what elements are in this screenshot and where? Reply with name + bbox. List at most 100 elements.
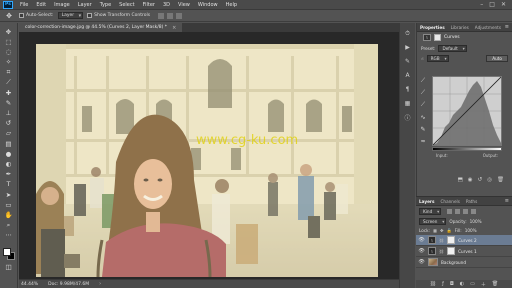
swatches-panel-icon[interactable]: ▦ — [403, 99, 412, 108]
lock-position-icon[interactable]: ✥ — [440, 228, 444, 233]
menu-type[interactable]: Type — [96, 2, 115, 8]
align-middle-icon[interactable] — [167, 12, 174, 19]
layer-row-curves-2[interactable]: 👁 ⌇ ⛓ Curves 2 — [416, 235, 512, 246]
hand-icon[interactable]: ✋ — [3, 210, 15, 219]
layer-mask-thumbnail[interactable] — [447, 247, 456, 255]
layer-kind-filter[interactable]: Kind — [419, 207, 442, 215]
layer-row-background[interactable]: 👁 Background — [416, 257, 512, 268]
show-transform-option[interactable]: Show Transform Controls — [87, 13, 150, 18]
photo-canvas[interactable]: www.cg-ku.com — [36, 44, 378, 277]
white-point-eyedropper-icon[interactable]: ⟋ — [419, 101, 427, 109]
clone-stamp-icon[interactable]: ⊥ — [3, 109, 15, 118]
show-transform-checkbox[interactable] — [87, 13, 93, 18]
hand-target-icon[interactable]: ☝ — [421, 56, 424, 61]
minimize-button[interactable]: – — [480, 1, 483, 8]
gray-point-eyedropper-icon[interactable]: ⟋ — [419, 89, 427, 97]
close-tab-icon[interactable]: × — [172, 25, 176, 31]
auto-select-dropdown[interactable]: Layer — [57, 12, 84, 19]
reset-icon[interactable]: ↺ — [478, 177, 483, 183]
curves-adjustment-icon[interactable]: ⌇ — [423, 34, 431, 41]
character-panel-icon[interactable]: A — [403, 71, 412, 80]
smooth-icon[interactable]: ≈ — [419, 137, 427, 145]
zoom-icon[interactable]: ⌕ — [3, 221, 15, 230]
tab-properties[interactable]: Properties — [420, 25, 445, 30]
fill-value[interactable]: 100% — [465, 228, 477, 233]
menu-select[interactable]: Select — [115, 2, 138, 8]
clip-to-layer-icon[interactable]: ⬒ — [458, 177, 463, 183]
auto-select-checkbox[interactable] — [19, 13, 24, 18]
brush-panel-icon[interactable]: ✎ — [403, 57, 412, 66]
move-tool-icon[interactable]: ✥ — [3, 11, 15, 20]
new-group-icon[interactable]: ▭ — [470, 281, 475, 287]
link-layers-icon[interactable]: ⛓ — [430, 281, 436, 287]
paragraph-panel-icon[interactable]: ¶ — [403, 85, 412, 94]
menu-file[interactable]: File — [16, 2, 32, 8]
new-layer-icon[interactable]: ＋ — [481, 281, 486, 288]
curves-graph[interactable] — [432, 76, 502, 146]
quick-mask-icon[interactable]: ◫ — [3, 262, 15, 271]
menu-image[interactable]: Image — [50, 2, 74, 8]
pixel-filter-icon[interactable] — [447, 208, 453, 214]
path-selection-icon[interactable]: ➤ — [3, 190, 15, 199]
maximize-button[interactable]: □ — [489, 1, 495, 8]
tab-paths[interactable]: Paths — [466, 199, 477, 204]
history-panel-icon[interactable]: ⏱ — [403, 29, 412, 38]
layer-name[interactable]: Curves 2 — [458, 238, 477, 243]
document-tab[interactable]: color-correction-image.jpg @ 44.5% (Curv… — [19, 23, 183, 32]
eye-icon[interactable]: 👁 — [418, 237, 425, 243]
info-panel-icon[interactable]: ⓘ — [403, 113, 412, 122]
layer-mask-thumbnail[interactable] — [447, 236, 456, 244]
layer-name[interactable]: Curves 1 — [458, 249, 477, 254]
tab-libraries[interactable]: Libraries — [451, 25, 469, 30]
delete-adjustment-icon[interactable]: 🗑 — [497, 177, 504, 183]
visibility-icon[interactable]: ◎ — [487, 177, 492, 183]
marquee-icon[interactable]: ⬚ — [3, 37, 15, 46]
lasso-icon[interactable]: ◌ — [3, 47, 15, 56]
move-icon[interactable]: ✥ — [3, 27, 15, 36]
add-mask-icon[interactable]: ◘ — [450, 281, 454, 287]
shape-filter-icon[interactable] — [471, 208, 477, 214]
menu-window[interactable]: Window — [194, 2, 222, 8]
type-filter-icon[interactable] — [463, 208, 469, 214]
menu-filter[interactable]: Filter — [139, 2, 159, 8]
actions-panel-icon[interactable]: ▶ — [403, 43, 412, 52]
eyedropper-icon[interactable]: ⟋ — [3, 78, 15, 87]
layers-menu-icon[interactable]: ≡ — [505, 198, 509, 204]
tab-adjustments[interactable]: Adjustments — [475, 25, 501, 30]
history-brush-icon[interactable]: ↺ — [3, 119, 15, 128]
brush-icon[interactable]: ✎ — [3, 98, 15, 107]
rectangle-icon[interactable]: ▭ — [3, 200, 15, 209]
fx-icon[interactable]: ƒ — [442, 281, 444, 287]
menu-layer[interactable]: Layer — [74, 2, 96, 8]
healing-brush-icon[interactable]: ✚ — [3, 88, 15, 97]
pencil-draw-icon[interactable]: ✎ — [419, 125, 427, 133]
gradient-icon[interactable]: ▤ — [3, 139, 15, 148]
lock-pixels-icon[interactable]: ▦ — [433, 228, 437, 233]
dodge-icon[interactable]: ◐ — [3, 159, 15, 168]
channel-dropdown[interactable]: RGB — [426, 54, 449, 62]
auto-button[interactable]: Auto — [486, 54, 508, 62]
type-icon[interactable]: T — [3, 180, 15, 189]
panel-menu-icon[interactable]: ≡ — [505, 24, 509, 30]
menu-view[interactable]: View — [174, 2, 194, 8]
layer-mask-icon[interactable] — [434, 34, 441, 41]
close-window-button[interactable]: ✕ — [501, 1, 506, 8]
layer-name[interactable]: Background — [441, 260, 466, 265]
align-bottom-icon[interactable] — [176, 12, 183, 19]
crop-icon[interactable]: ⌗ — [3, 68, 15, 77]
menu-3d[interactable]: 3D — [159, 2, 174, 8]
point-edit-icon[interactable]: ∿ — [419, 113, 427, 121]
opacity-value[interactable]: 100% — [470, 219, 482, 224]
tab-channels[interactable]: Channels — [441, 199, 460, 204]
eye-icon[interactable]: 👁 — [418, 248, 425, 254]
layer-row-curves-1[interactable]: 👁 ⌇ ⛓ Curves 1 — [416, 246, 512, 257]
magic-wand-icon[interactable]: ✧ — [3, 58, 15, 67]
view-previous-icon[interactable]: ◉ — [468, 177, 473, 183]
new-adjustment-icon[interactable]: ◐ — [460, 281, 464, 287]
tab-layers[interactable]: Layers — [419, 199, 435, 204]
black-point-eyedropper-icon[interactable]: ⟋ — [419, 77, 427, 85]
canvas-background[interactable]: www.cg-ku.com — [19, 32, 415, 279]
blur-icon[interactable]: ● — [3, 149, 15, 158]
auto-select-option[interactable]: Auto-Select: — [19, 13, 54, 18]
eye-icon[interactable]: 👁 — [418, 259, 425, 265]
